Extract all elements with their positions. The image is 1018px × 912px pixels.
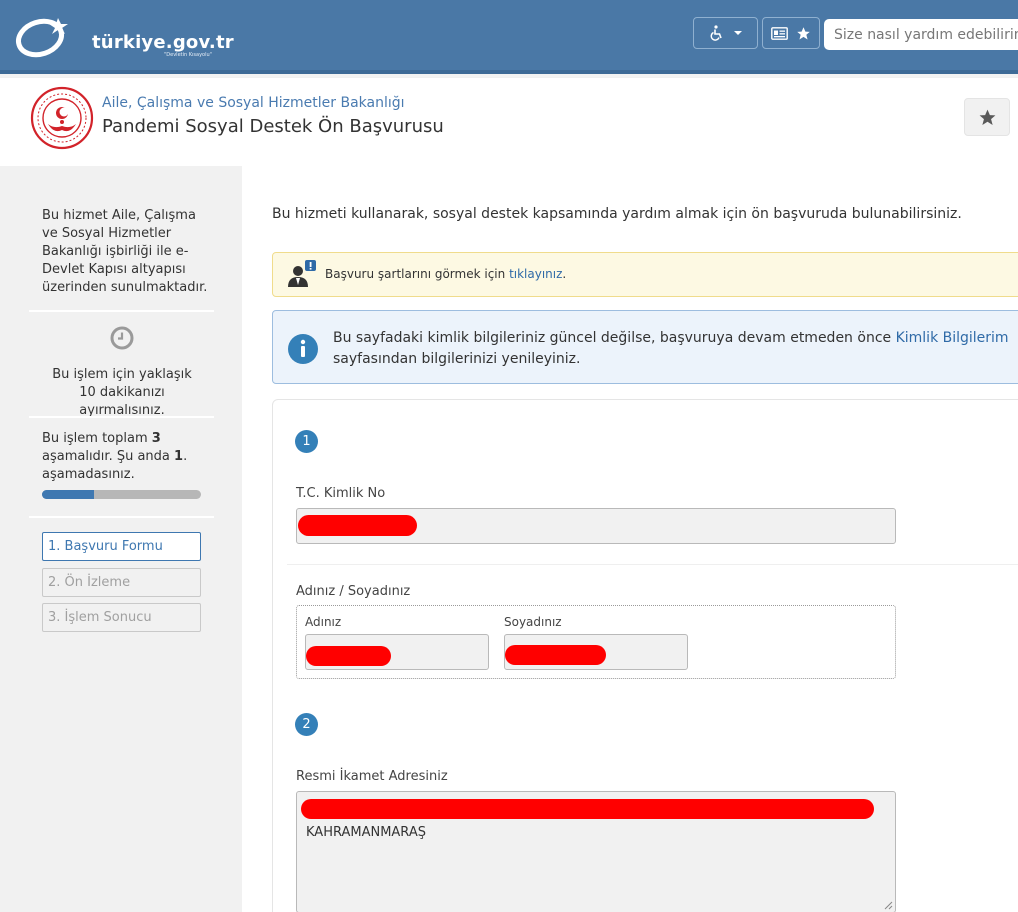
tc-field[interactable] xyxy=(296,508,896,544)
service-title: Pandemi Sosyal Destek Ön Başvurusu xyxy=(102,116,444,137)
requirements-text: Başvuru şartlarını görmek için tıklayını… xyxy=(325,267,567,281)
agency-header: Aile, Çalışma ve Sosyal Hizmetler Bakanl… xyxy=(0,78,1018,166)
stage-progress-fill xyxy=(42,490,95,499)
top-bar: türkiye.gov.tr "Devletin Kısayolu" xyxy=(0,0,1018,74)
address-label: Resmi İkamet Adresiniz xyxy=(296,769,448,784)
star-icon xyxy=(979,109,995,125)
section-number-badge: 1 xyxy=(295,430,318,453)
tc-label: T.C. Kimlik No xyxy=(296,486,386,501)
site-logo-tagline: "Devletin Kısayolu" xyxy=(164,52,212,58)
chevron-down-icon xyxy=(733,31,742,35)
duration-note: Bu işlem için yaklaşık 10 dakikanızı ayı… xyxy=(52,367,192,418)
redaction-mark xyxy=(505,645,606,665)
name-group: Adınız Soyadınız xyxy=(296,605,896,679)
sidebar: Bu hizmet Aile, Çalışma ve Sosyal Hizmet… xyxy=(0,166,242,912)
redaction-mark xyxy=(306,646,391,666)
intro-text: Bu hizmeti kullanarak, sosyal destek kap… xyxy=(272,206,962,222)
person-alert-icon xyxy=(288,260,316,287)
address-textarea[interactable]: KAHRAMANMARAŞ xyxy=(296,791,896,912)
step-islem-sonucu: 3. İşlem Sonucu xyxy=(42,603,201,632)
sidebar-divider xyxy=(29,310,214,312)
requirements-link[interactable]: tıklayınız xyxy=(509,267,562,281)
form-divider xyxy=(287,564,1018,565)
first-name-label: Adınız xyxy=(305,615,342,629)
step-basvuru-formu[interactable]: 1. Başvuru Formu xyxy=(42,532,201,561)
sidebar-divider xyxy=(29,516,214,518)
sidebar-divider xyxy=(29,416,214,418)
last-name-label: Soyadınız xyxy=(504,615,562,629)
star-icon xyxy=(797,26,810,39)
last-name-field[interactable] xyxy=(504,634,688,670)
accessibility-menu-button[interactable] xyxy=(693,17,758,49)
ministry-seal-icon xyxy=(30,86,94,150)
step-on-izleme: 2. Ön İzleme xyxy=(42,568,201,597)
redaction-mark xyxy=(301,799,874,819)
site-logo[interactable]: türkiye.gov.tr "Devletin Kısayolu" xyxy=(14,12,234,60)
first-name-field[interactable] xyxy=(305,634,489,670)
search-input[interactable] xyxy=(824,19,1018,50)
requirements-alert: Başvuru şartlarını görmek için tıklayını… xyxy=(272,252,1018,297)
resize-handle-icon[interactable] xyxy=(883,900,893,910)
add-favorite-button[interactable] xyxy=(964,98,1010,136)
wheelchair-icon xyxy=(710,25,722,41)
clock-icon xyxy=(110,326,134,350)
identity-info-text: Bu sayfadaki kimlik bilgileriniz güncel … xyxy=(333,330,1009,367)
service-provider-note: Bu hizmet Aile, Çalışma ve Sosyal Hizmet… xyxy=(42,208,208,295)
id-card-icon xyxy=(771,26,788,40)
main-content: Bu hizmeti kullanarak, sosyal destek kap… xyxy=(242,166,1018,912)
favorites-card-button[interactable] xyxy=(762,17,820,49)
ministry-name[interactable]: Aile, Çalışma ve Sosyal Hizmetler Bakanl… xyxy=(102,95,405,111)
logo-swoosh-icon xyxy=(16,18,68,58)
redaction-mark xyxy=(298,515,417,536)
info-icon xyxy=(288,334,318,364)
application-form: 1 T.C. Kimlik No Adınız / Soyadınız Adın… xyxy=(272,399,1018,912)
section-number-badge: 2 xyxy=(295,713,318,736)
stage-info: Bu işlem toplam 3 aşamalıdır. Şu anda 1.… xyxy=(42,431,188,482)
stage-progress-bar xyxy=(42,490,201,499)
address-city: KAHRAMANMARAŞ xyxy=(306,825,426,840)
identity-info-alert: Bu sayfadaki kimlik bilgileriniz güncel … xyxy=(272,310,1018,384)
site-logo-text: türkiye.gov.tr xyxy=(92,32,234,53)
identity-info-link[interactable]: Kimlik Bilgilerim xyxy=(896,330,1009,346)
name-group-label: Adınız / Soyadınız xyxy=(296,584,411,599)
